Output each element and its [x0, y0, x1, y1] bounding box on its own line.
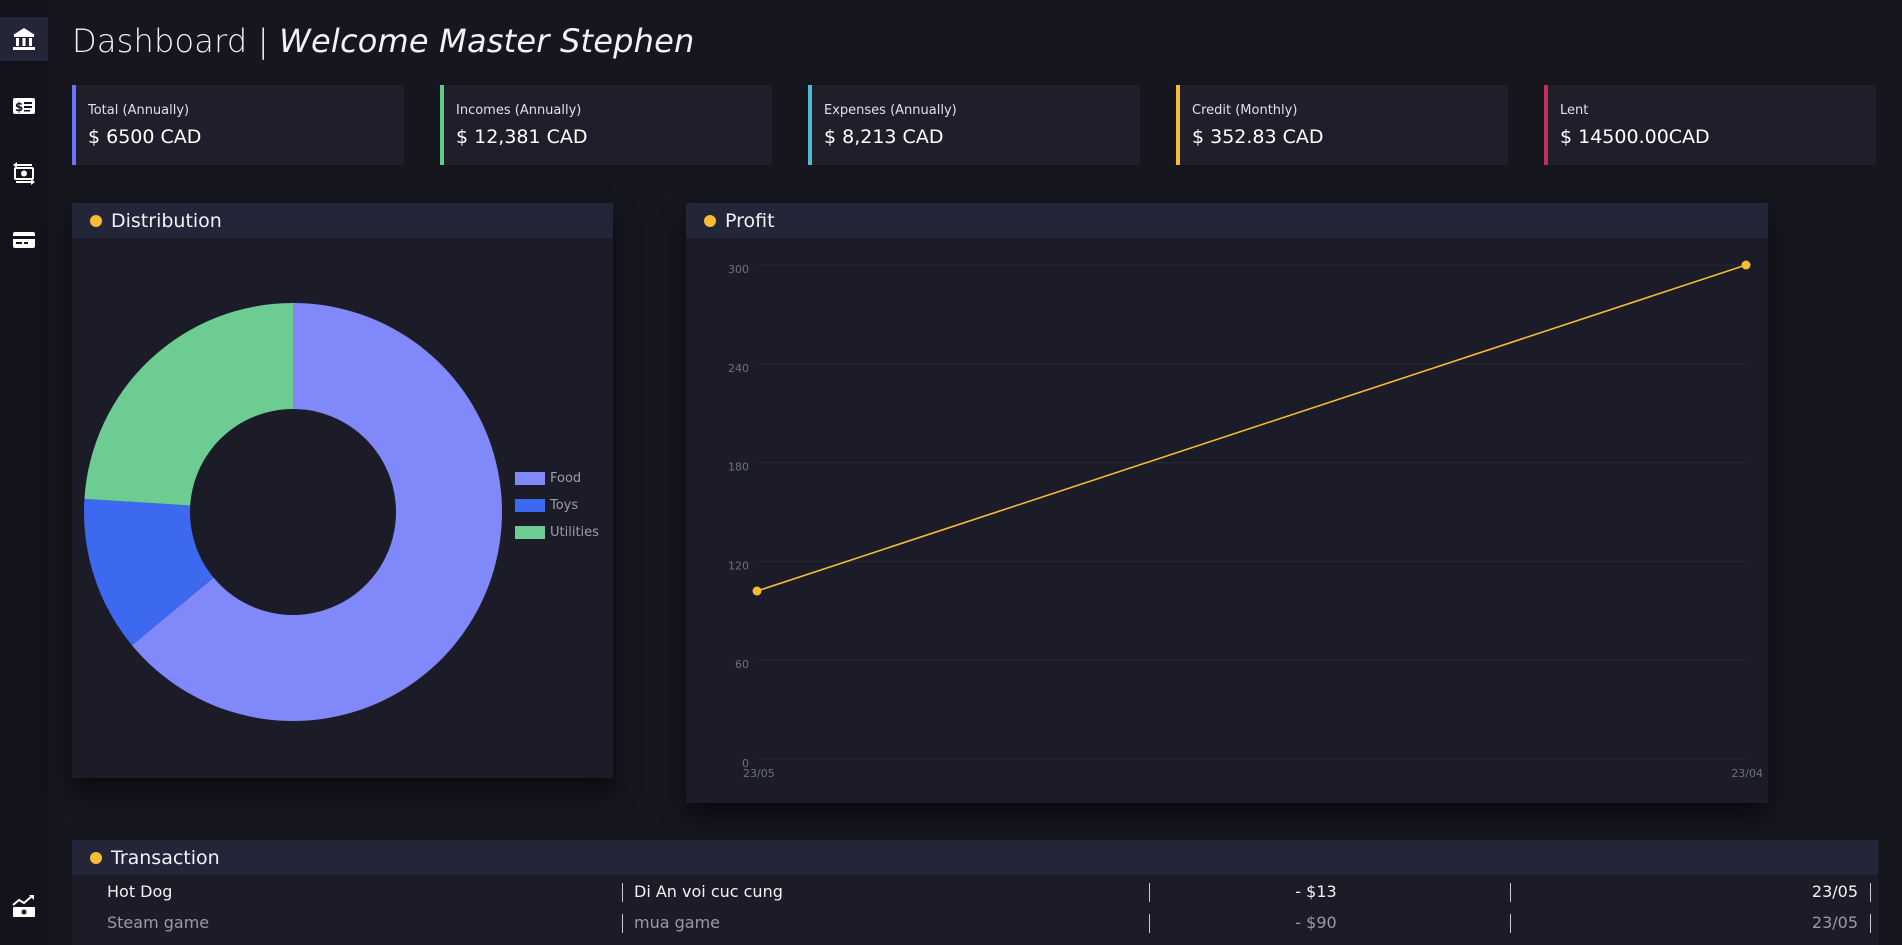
transaction-title: Transaction: [111, 846, 220, 869]
stat-card-expenses: Expenses (Annually) $ 8,213 CAD: [808, 85, 1140, 165]
transaction-header: Transaction: [72, 840, 1878, 875]
sidebar-item-budget[interactable]: $: [0, 84, 48, 128]
transaction-panel: Transaction Hot Dog Di An voi cuc cung -…: [72, 840, 1878, 945]
stat-value: $ 12,381 CAD: [456, 126, 588, 148]
stat-card-incomes: Incomes (Annually) $ 12,381 CAD: [440, 85, 772, 165]
x-tick-label: 23/05: [743, 767, 775, 780]
y-tick-label: 300: [728, 263, 749, 276]
bullet-icon: [90, 214, 102, 227]
stat-value: $ 6500 CAD: [88, 126, 202, 148]
y-tick-label: 240: [728, 362, 749, 375]
legend-item[interactable]: Utilities: [515, 519, 599, 546]
stat-value: $ 8,213 CAD: [824, 126, 944, 148]
stat-label: Incomes (Annually): [456, 103, 582, 118]
svg-text:$: $: [15, 100, 23, 114]
sidebar-item-cards[interactable]: [0, 218, 48, 262]
stat-card-total: Total (Annually) $ 6500 CAD: [72, 85, 404, 165]
title-prefix: Dashboard |: [72, 22, 280, 60]
stat-value: $ 14500.00CAD: [1560, 126, 1710, 148]
distribution-title: Distribution: [111, 209, 222, 232]
y-tick-label: 60: [735, 658, 749, 671]
column-divider: [622, 914, 623, 933]
legend-label: Toys: [550, 498, 579, 513]
bank-icon: [13, 28, 35, 50]
tx-description: mua game: [634, 913, 721, 932]
tx-name: Hot Dog: [107, 882, 173, 901]
pie-slice-utilities[interactable]: [84, 303, 293, 506]
column-divider: [1149, 883, 1150, 902]
money-exchange-icon: [13, 162, 35, 185]
distribution-panel: Distribution Food Toys Utilities: [72, 203, 613, 778]
bullet-icon: [90, 851, 102, 864]
column-divider: [1870, 914, 1871, 933]
legend-swatch: [515, 526, 545, 539]
y-tick-label: 180: [728, 461, 749, 474]
table-row[interactable]: Hot Dog Di An voi cuc cung - $13 23/05: [72, 876, 1878, 907]
tx-name: Steam game: [107, 913, 210, 932]
stat-label: Expenses (Annually): [824, 103, 957, 118]
profit-panel: Profit 0 60 120 180 240 300 23/05 23/04: [686, 203, 1768, 803]
sidebar-item-dashboard[interactable]: [0, 17, 48, 61]
money-card-icon: $: [13, 98, 35, 114]
stat-value: $ 352.83 CAD: [1192, 126, 1324, 148]
tx-amount: - $90: [1295, 913, 1337, 932]
legend-item[interactable]: Food: [515, 465, 599, 492]
column-divider: [622, 883, 623, 902]
profit-title: Profit: [725, 209, 775, 232]
column-divider: [1510, 914, 1511, 933]
x-tick-label: 23/04: [1731, 767, 1763, 780]
stat-label: Total (Annually): [88, 103, 190, 118]
tx-description: Di An voi cuc cung: [634, 882, 783, 901]
distribution-header: Distribution: [72, 203, 613, 238]
y-tick-label: 120: [728, 559, 749, 572]
stat-label: Credit (Monthly): [1192, 103, 1298, 118]
bullet-icon: [704, 214, 716, 227]
legend-label: Utilities: [550, 525, 599, 540]
column-divider: [1149, 914, 1150, 933]
stat-label: Lent: [1560, 103, 1589, 118]
sidebar-item-exchange[interactable]: [0, 151, 48, 195]
profit-data-point[interactable]: [752, 586, 762, 596]
column-divider: [1510, 883, 1511, 902]
sidebar: $: [0, 0, 48, 945]
stat-card-credit: Credit (Monthly) $ 352.83 CAD: [1176, 85, 1508, 165]
tx-date: 23/05: [1811, 882, 1858, 901]
table-row[interactable]: Steam game mua game - $90 23/05: [72, 907, 1878, 938]
stat-card-lent: Lent $ 14500.00CAD: [1544, 85, 1876, 165]
tx-date: 23/05: [1811, 913, 1858, 932]
profit-data-point[interactable]: [1741, 260, 1751, 270]
tx-amount: - $13: [1295, 882, 1337, 901]
profit-chart: 06012018024030023/05 23/04: [728, 260, 1763, 780]
legend-swatch: [515, 472, 545, 485]
page-title: Dashboard | Welcome Master Stephen: [72, 22, 695, 60]
welcome-text: Welcome Master Stephen: [279, 22, 695, 60]
column-divider: [1870, 883, 1871, 902]
credit-card-icon: [13, 232, 35, 248]
chart-money-icon: [12, 895, 35, 917]
legend-item[interactable]: Toys: [515, 492, 599, 519]
legend-swatch: [515, 499, 545, 512]
profit-series-line: [756, 264, 1747, 592]
profit-header: Profit: [686, 203, 1768, 238]
legend-label: Food: [550, 471, 582, 486]
distribution-legend: Food Toys Utilities: [515, 465, 599, 546]
sidebar-item-investments[interactable]: [0, 884, 48, 928]
